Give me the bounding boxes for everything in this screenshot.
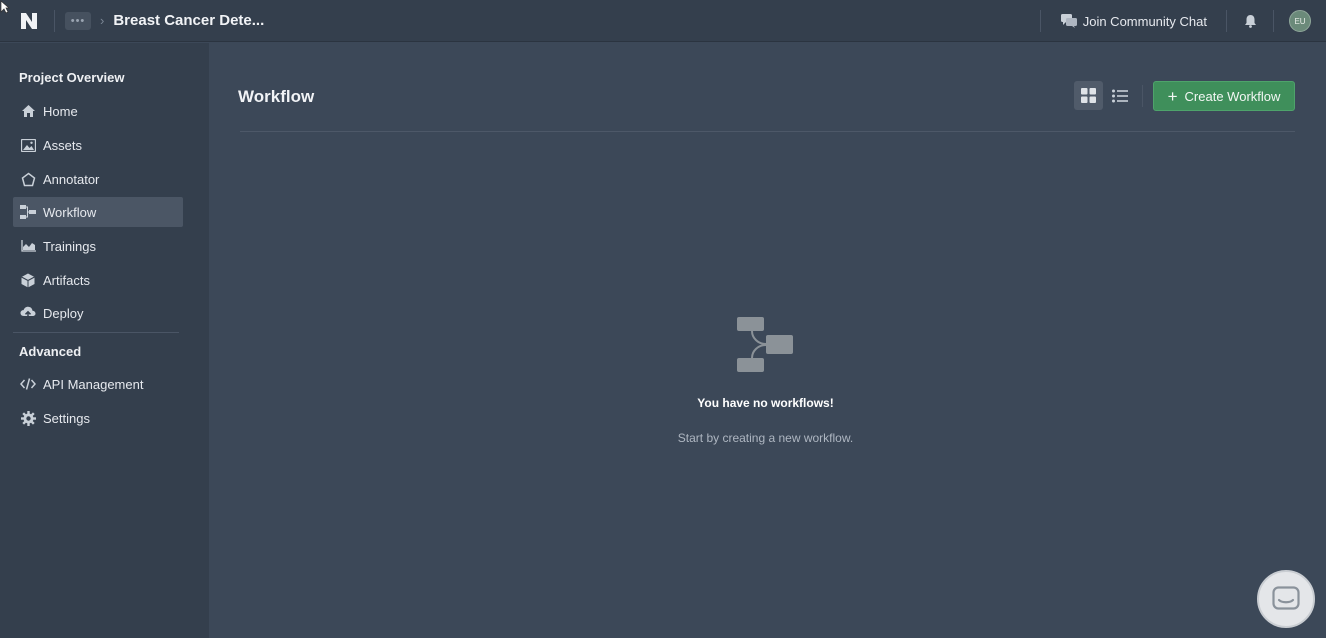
sidebar-item-artifacts[interactable]: Artifacts: [13, 265, 183, 295]
notifications-button[interactable]: [1227, 14, 1273, 28]
sidebar-item-label: Assets: [43, 137, 83, 153]
sidebar-item-label: API Management: [43, 376, 144, 392]
section-title-project-overview: Project Overview: [19, 70, 125, 85]
sidebar-item-api-management[interactable]: API Management: [13, 369, 183, 399]
community-label: Join Community Chat: [1082, 13, 1207, 29]
code-icon: [20, 376, 36, 392]
list-view-button[interactable]: [1105, 81, 1134, 110]
list-icon: [1111, 89, 1128, 102]
sidebar-item-trainings[interactable]: Trainings: [13, 231, 183, 261]
plus-icon: +: [1167, 86, 1178, 106]
empty-state-title: You have no workflows!: [697, 396, 834, 410]
sidebar-item-label: Deploy: [43, 305, 84, 321]
bell-icon: [1244, 15, 1256, 28]
chat-icon: [1272, 586, 1300, 610]
join-community-chat-button[interactable]: Join Community Chat: [1041, 14, 1226, 29]
logo-icon: [21, 12, 37, 29]
sidebar-item-home[interactable]: Home: [13, 96, 183, 126]
header-divider: [240, 131, 1295, 132]
sidebar-item-settings[interactable]: Settings: [13, 403, 183, 433]
empty-state-subtitle: Start by creating a new workflow.: [677, 431, 854, 445]
sidebar-item-label: Settings: [43, 410, 90, 426]
sidebar-item-workflow[interactable]: Workflow: [13, 197, 183, 227]
empty-workflow-icon: [736, 316, 794, 379]
sidebar-item-deploy[interactable]: Deploy: [13, 298, 183, 328]
create-workflow-label: Create Workflow: [1184, 88, 1281, 104]
page-title: Workflow: [238, 87, 315, 106]
topbar-divider: [54, 9, 55, 32]
grid-view-button[interactable]: [1074, 81, 1103, 110]
sidebar-item-assets[interactable]: Assets: [13, 130, 183, 160]
chart-icon: [20, 238, 36, 254]
polygon-icon: [20, 171, 36, 187]
image-icon: [20, 137, 36, 153]
sidebar: Project Overview Home Assets Annotator W…: [0, 43, 209, 638]
cube-icon: [20, 272, 36, 288]
workflow-icon: [20, 204, 36, 220]
sidebar-item-label: Artifacts: [43, 272, 90, 288]
cloud-upload-icon: [20, 305, 36, 321]
chevron-right-icon: ›: [100, 13, 105, 28]
topbar-divider: [1273, 10, 1274, 32]
grid-icon: [1081, 88, 1096, 103]
top-bar: ••• › Breast Cancer Dete... Join Communi…: [0, 0, 1326, 42]
breadcrumb-more-button[interactable]: •••: [65, 11, 91, 30]
user-avatar[interactable]: EU: [1289, 10, 1311, 32]
gear-icon: [20, 410, 36, 426]
chat-bubbles-icon: [1060, 14, 1077, 28]
sidebar-divider: [13, 332, 179, 333]
section-title-advanced: Advanced: [19, 344, 82, 359]
home-icon: [20, 103, 36, 119]
create-workflow-button[interactable]: + Create Workflow: [1153, 81, 1295, 111]
toolbar-divider: [1142, 85, 1143, 107]
sidebar-item-label: Home: [43, 103, 78, 119]
app-logo[interactable]: [14, 6, 44, 36]
main-content: Workflow + Create Workflow You have no w…: [209, 43, 1326, 638]
mouse-cursor-icon: [0, 0, 10, 19]
project-name[interactable]: Breast Cancer Dete...: [113, 12, 264, 29]
sidebar-item-annotator[interactable]: Annotator: [13, 164, 183, 194]
sidebar-item-label: Workflow: [43, 204, 97, 220]
sidebar-item-label: Trainings: [43, 238, 96, 254]
sidebar-item-label: Annotator: [43, 171, 100, 187]
support-chat-button[interactable]: [1257, 570, 1315, 628]
